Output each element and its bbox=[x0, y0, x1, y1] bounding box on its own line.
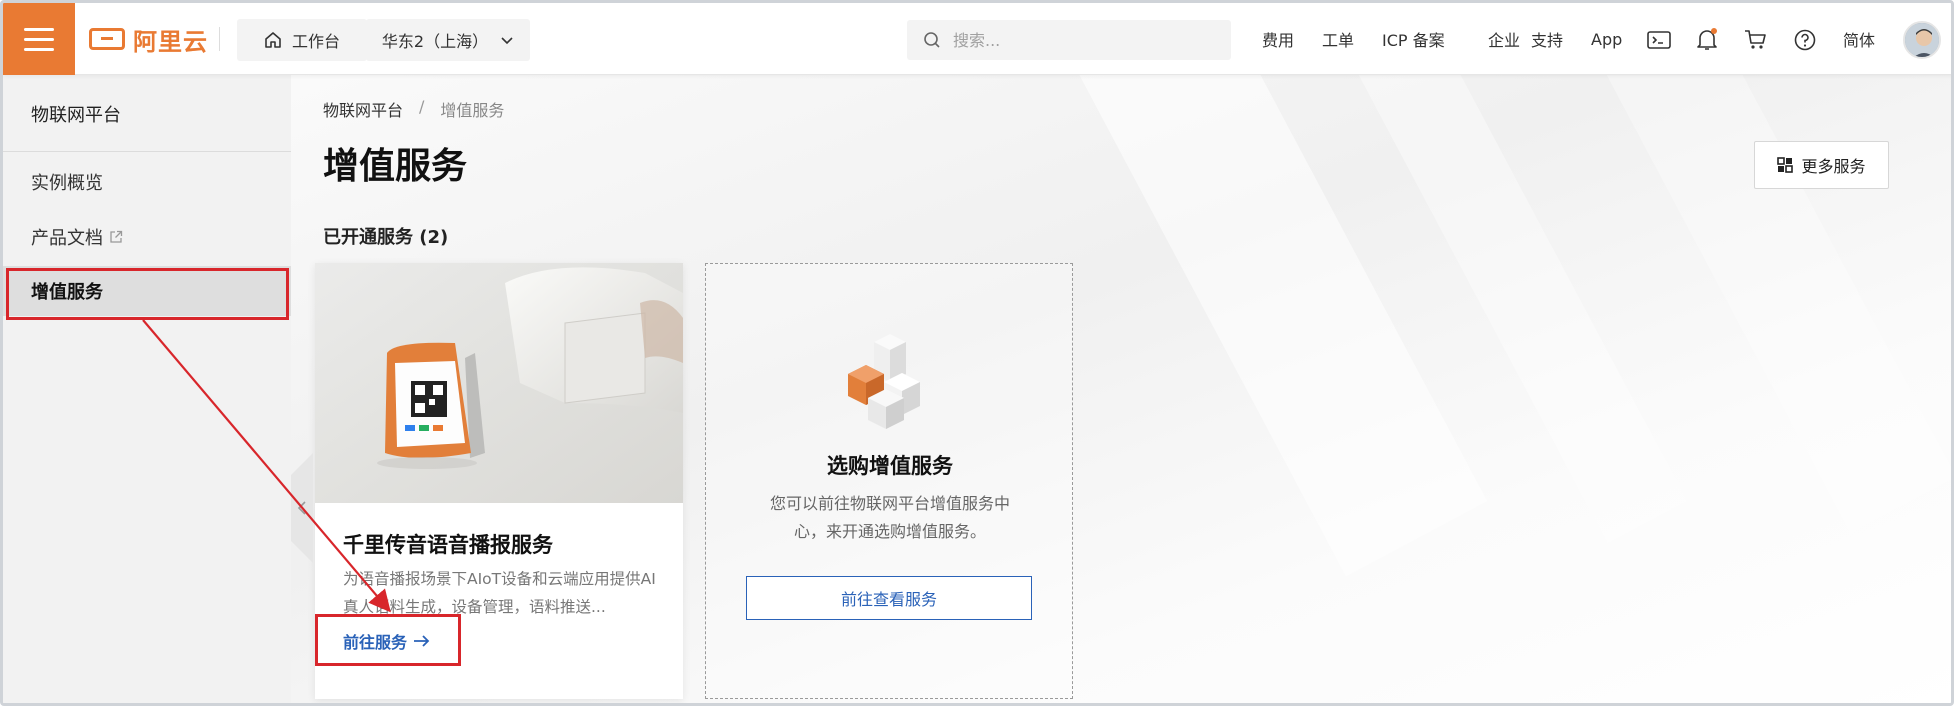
help-icon[interactable] bbox=[1792, 27, 1818, 53]
nav-fee-label: 费用 bbox=[1262, 31, 1295, 50]
sidebar-item-overview[interactable]: 实例概览 bbox=[3, 157, 291, 207]
more-services-label: 更多服务 bbox=[1801, 157, 1866, 176]
sidebar-item-docs[interactable]: 产品文档 bbox=[3, 212, 291, 262]
nav-app-label: App bbox=[1591, 29, 1623, 49]
view-services-button[interactable]: 前往查看服务 bbox=[746, 576, 1032, 620]
workbench-button[interactable]: 工作台 bbox=[237, 19, 367, 61]
service-card[interactable]: 千里传音语音播报服务 为语音播报场景下AIoT设备和云端应用提供AI真人语料生成… bbox=[315, 263, 683, 699]
chevron-left-icon bbox=[297, 501, 306, 515]
region-label: 华东2（上海） bbox=[381, 32, 489, 51]
sidebar-title: 物联网平台 bbox=[31, 105, 121, 126]
terminal-icon[interactable] bbox=[1646, 27, 1672, 53]
grid-icon bbox=[1777, 157, 1794, 173]
nav-icp-label: ICP 备案 bbox=[1382, 31, 1445, 50]
buy-card-description: 您可以前往物联网平台增值服务中心，来开通选购增值服务。 bbox=[769, 494, 1010, 541]
topnav-ticket[interactable]: 工单 bbox=[1322, 3, 1354, 75]
avatar[interactable] bbox=[1903, 21, 1941, 59]
nav-ticket-label: 工单 bbox=[1322, 31, 1355, 50]
home-icon bbox=[265, 32, 281, 48]
section-title: 已开通服务 (2) bbox=[323, 227, 449, 248]
sidebar: 物联网平台 实例概览 产品文档 增值服务 bbox=[3, 75, 291, 703]
buy-card-title: 选购增值服务 bbox=[827, 454, 953, 478]
service-card-title: 千里传音语音播报服务 bbox=[343, 533, 553, 557]
topnav-enterprise[interactable]: 企业 bbox=[1488, 3, 1520, 75]
service-card-description: 为语音播报场景下AIoT设备和云端应用提供AI真人语料生成，设备管理，语料推送.… bbox=[343, 570, 656, 616]
divider bbox=[219, 27, 220, 51]
browser-frame: 阿里云 工作台 华东2（上海） 费用 工单 ICP 备案 企业 支持 App bbox=[0, 0, 1954, 706]
arrow-right-icon bbox=[414, 635, 430, 647]
service-card-image bbox=[315, 263, 683, 503]
breadcrumb: 物联网平台 / 增值服务 bbox=[323, 97, 504, 121]
cart-icon[interactable] bbox=[1743, 27, 1769, 53]
language-label: 简体 bbox=[1843, 31, 1876, 50]
search-icon bbox=[924, 32, 940, 48]
external-link-icon bbox=[110, 230, 123, 243]
region-selector[interactable]: 华东2（上海） bbox=[366, 19, 530, 61]
topnav-fee[interactable]: 费用 bbox=[1262, 3, 1294, 75]
page-title: 增值服务 bbox=[323, 146, 468, 187]
sidebar-collapse-handle[interactable] bbox=[291, 453, 313, 563]
buy-services-card: 选购增值服务 您可以前往物联网平台增值服务中心，来开通选购增值服务。 前往查看服… bbox=[705, 263, 1073, 699]
sidebar-item-value-added[interactable]: 增值服务 bbox=[3, 266, 291, 316]
sidebar-item-label: 实例概览 bbox=[31, 173, 103, 194]
top-navigation-bar: 阿里云 工作台 华东2（上海） 费用 工单 ICP 备案 企业 支持 App bbox=[3, 3, 1951, 75]
topnav-support[interactable]: 支持 bbox=[1531, 3, 1563, 75]
main-content: 物联网平台 / 增值服务 增值服务 更多服务 已开通服务 (2) 千里传音语音播… bbox=[291, 75, 1951, 703]
breadcrumb-link[interactable]: 物联网平台 bbox=[323, 97, 403, 121]
bell-icon[interactable] bbox=[1694, 27, 1720, 53]
nav-enterprise-label: 企业 bbox=[1488, 31, 1521, 50]
more-services-button[interactable]: 更多服务 bbox=[1754, 141, 1889, 189]
sidebar-item-label: 产品文档 bbox=[31, 228, 103, 249]
chevron-down-icon bbox=[501, 37, 513, 45]
search-box[interactable] bbox=[907, 20, 1231, 60]
go-to-service-link[interactable]: 前往服务 bbox=[343, 629, 431, 653]
aliyun-logo-mark-icon bbox=[89, 28, 125, 50]
search-input[interactable] bbox=[953, 30, 1203, 50]
breadcrumb-current: 增值服务 bbox=[440, 101, 505, 120]
menu-icon[interactable] bbox=[3, 3, 75, 75]
nav-support-label: 支持 bbox=[1531, 31, 1564, 50]
topnav-app[interactable]: App bbox=[1591, 3, 1622, 75]
breadcrumb-separator: / bbox=[419, 97, 425, 116]
go-to-service-label: 前往服务 bbox=[343, 633, 408, 652]
sidebar-divider bbox=[3, 151, 291, 152]
aliyun-logo[interactable]: 阿里云 bbox=[89, 21, 208, 57]
workbench-label: 工作台 bbox=[291, 32, 340, 51]
cubes-icon bbox=[848, 334, 920, 429]
logo-text: 阿里云 bbox=[133, 27, 208, 56]
sidebar-item-label: 增值服务 bbox=[31, 282, 103, 303]
topnav-icp[interactable]: ICP 备案 bbox=[1382, 3, 1445, 75]
language-switch[interactable]: 简体 bbox=[1843, 3, 1875, 75]
